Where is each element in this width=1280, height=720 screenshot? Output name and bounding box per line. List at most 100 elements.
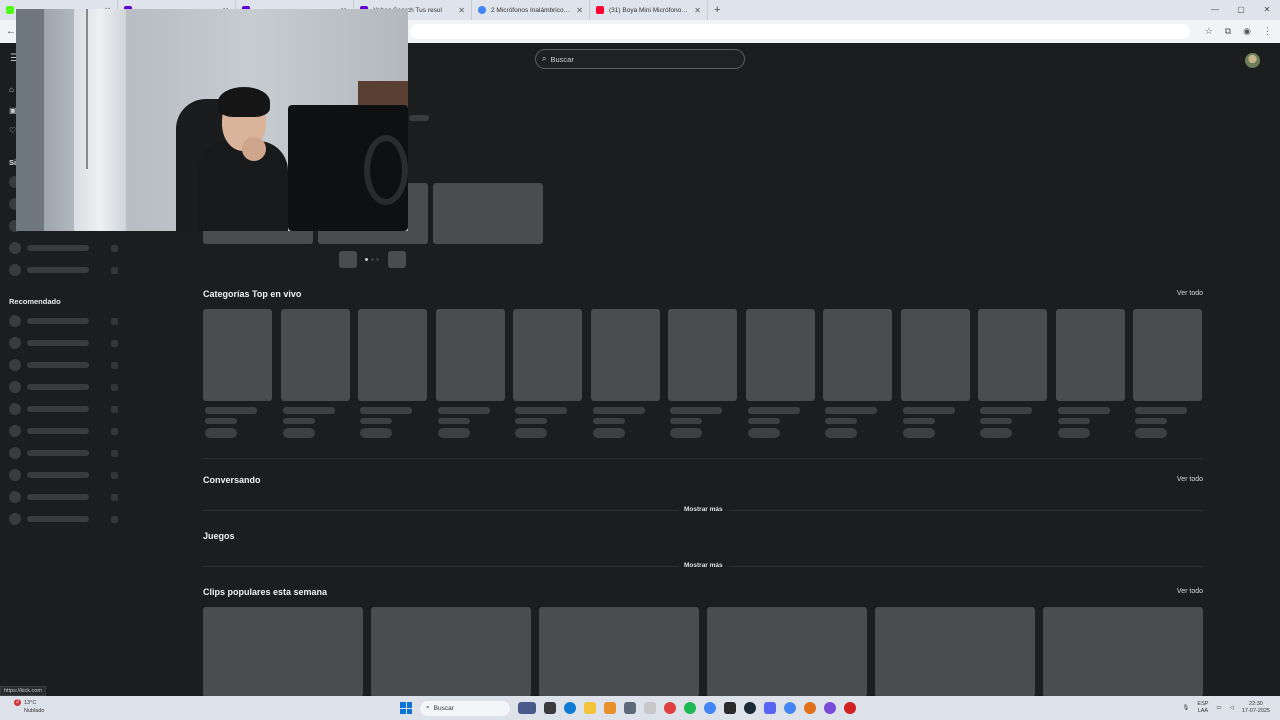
carousel-skeleton-card[interactable] [433,183,543,244]
category-skeleton-card[interactable] [435,309,505,438]
extensions-icon[interactable]: ⧉ [1225,26,1231,37]
app-icon[interactable] [844,702,856,714]
app-icon[interactable] [804,702,816,714]
media-player-icon[interactable] [664,702,676,714]
browser-tab-5[interactable]: 2 Micrófonos Inalámbrico Sola ✕ [472,0,590,20]
sidebar-skeleton-item [9,315,124,327]
category-skeleton-card[interactable] [745,309,815,438]
see-all-chatting-link[interactable]: Ver todo [1177,476,1203,483]
carousel-dot-active[interactable] [365,258,368,261]
discord-icon[interactable] [764,702,776,714]
app-icon[interactable] [724,702,736,714]
section-title-top-categories: Categorías Top en vivo [203,289,302,299]
category-skeleton-card[interactable] [823,309,892,438]
carousel-dot[interactable] [376,258,379,261]
microphone-icon[interactable]: 🎙 [1182,705,1189,711]
chrome-active-icon[interactable] [782,700,798,716]
profile-icon[interactable]: ◉ [1243,26,1251,37]
clip-skeleton-card[interactable] [371,607,531,697]
network-icon[interactable]: ▭ [1216,705,1221,711]
close-icon[interactable]: ✕ [458,6,465,15]
carousel-prev-button[interactable] [339,251,357,268]
search-icon: ⌕ [426,704,430,711]
clock-time: 22:30 [1249,701,1263,707]
show-more-chatting-button[interactable]: Mostrar más [678,506,729,513]
settings-icon[interactable] [624,702,636,714]
lang-top: ESP [1197,701,1209,707]
user-avatar[interactable] [1245,53,1260,68]
sidebar-skeleton-item [9,264,124,276]
category-skeleton-card[interactable] [1133,309,1202,438]
window-controls: — ▢ ✕ [1202,0,1280,20]
sidebar-skeleton-item [9,425,124,437]
webcam-person-hair [218,87,270,117]
browser-menu-icon[interactable]: ⋮ [1263,26,1272,37]
kick-favicon-icon [6,6,14,14]
search-icon: ⌕ [542,54,547,63]
section-title-chatting: Conversando [203,475,261,485]
category-skeleton-card[interactable] [513,309,582,438]
clock-date: 17-07-2025 [1241,708,1270,714]
app-icon[interactable] [644,702,656,714]
file-explorer-icon[interactable] [584,702,596,714]
taskbar-search-label: Buscar [433,704,454,712]
steam-icon[interactable] [744,702,756,714]
section-title-games: Juegos [203,531,235,541]
clip-skeleton-card[interactable] [203,607,363,697]
sidebar-skeleton-item [9,513,124,525]
carousel-next-button[interactable] [388,251,406,268]
lang-bottom: LAA [1197,708,1209,714]
clip-skeleton-card[interactable] [539,607,699,697]
show-more-games-button[interactable]: Mostrar más [678,562,729,569]
category-skeleton-card[interactable] [590,309,660,438]
close-icon[interactable]: ✕ [694,6,701,15]
sidebar-skeleton-item [9,359,124,371]
see-all-clips-link[interactable]: Ver todo [1177,588,1203,595]
sidebar-skeleton-item [9,242,124,254]
language-indicator[interactable]: ESP LAA [1197,701,1208,715]
webcam-steering-wheel [364,135,408,205]
maximize-button[interactable]: ▢ [1228,0,1254,20]
clip-skeleton-card[interactable] [707,607,867,697]
minimize-button[interactable]: — [1202,0,1228,20]
browser-tab-6[interactable]: (31) Boya Mini Micrófono Color ✕ [590,0,708,20]
close-icon[interactable]: ✕ [576,6,583,15]
bookmark-star-icon[interactable]: ☆ [1205,26,1213,37]
address-bar[interactable] [410,24,1190,39]
close-window-button[interactable]: ✕ [1254,0,1280,20]
see-all-categories-link[interactable]: Ver todo [1177,290,1203,297]
app-icon[interactable] [824,702,836,714]
app-icon[interactable] [604,702,616,714]
clock[interactable]: 22:30 17-07-2025 [1242,701,1270,715]
edge-browser-icon[interactable] [564,702,576,714]
sidebar-skeleton-item [9,381,124,393]
carousel-dot[interactable] [371,258,374,261]
windows-start-icon[interactable] [400,702,412,714]
clip-skeleton-card[interactable] [1043,607,1203,697]
windows-taskbar: 2 13°C Nublado ⌕ Buscar 🎙 ESP LAA ▭ ◁ 22… [0,696,1280,720]
category-skeleton-card[interactable] [668,309,737,438]
category-skeleton-card[interactable] [978,309,1047,438]
new-tab-button[interactable]: + [708,4,726,16]
volume-icon[interactable]: ◁ [1230,705,1234,711]
taskbar-search[interactable]: ⌕ Buscar [420,700,510,716]
webcam-person-hand [242,137,266,161]
search-placeholder: Buscar [550,54,574,64]
category-skeleton-card[interactable] [358,309,427,438]
chrome-icon[interactable] [704,702,716,714]
sidebar-skeleton-item [9,491,124,503]
category-skeleton-card[interactable] [1055,309,1125,438]
spotify-icon[interactable] [684,702,696,714]
search-input[interactable]: ⌕ Buscar [535,49,745,69]
weather-widget[interactable]: 2 13°C Nublado [12,699,45,715]
clip-skeleton-card[interactable] [875,607,1035,697]
section-title-clips: Clips populares esta semana [203,587,328,597]
category-skeleton-card[interactable] [203,309,272,438]
widgets-app-icon[interactable] [518,702,536,714]
task-view-icon[interactable] [544,702,556,714]
webcam-door [16,9,44,231]
category-skeleton-card[interactable] [900,309,970,438]
skeleton-line [409,115,429,121]
system-tray: 🎙 ESP LAA ▭ ◁ 22:30 17-07-2025 [1182,699,1270,717]
category-skeleton-card[interactable] [280,309,350,438]
